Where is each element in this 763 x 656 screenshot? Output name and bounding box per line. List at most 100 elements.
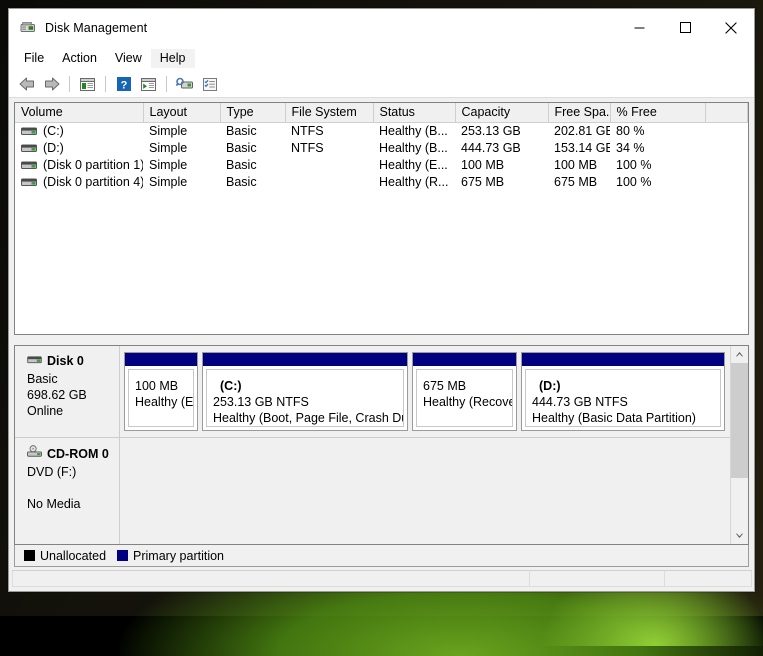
legend-item-primary-partition: Primary partition: [117, 549, 224, 563]
disk-type: Basic: [27, 371, 119, 387]
column-header-free-space[interactable]: Free Spa...: [548, 103, 610, 123]
show-hide-action-pane-button[interactable]: [137, 73, 160, 95]
cell-type: Basic: [220, 123, 285, 141]
disk-title: Disk 0: [27, 353, 119, 369]
partition-c[interactable]: (C:) 253.13 GB NTFS Healthy (Boot, Page …: [202, 352, 408, 431]
column-header-status[interactable]: Status: [373, 103, 455, 123]
table-row[interactable]: (D:) Simple Basic NTFS Healthy (B... 444…: [15, 140, 748, 157]
disk-name: CD-ROM 0: [47, 446, 109, 462]
scroll-up-icon[interactable]: [731, 346, 748, 363]
close-button[interactable]: [708, 9, 754, 46]
volume-name: (Disk 0 partition 4): [43, 175, 143, 189]
cell-file-system: [285, 174, 373, 191]
disk-row-disk0[interactable]: Disk 0 Basic 698.62 GB Online 100 MB: [15, 346, 730, 438]
legend-bar: Unallocated Primary partition: [14, 545, 749, 567]
partition-d[interactable]: (D:) 444.73 GB NTFS Healthy (Basic Data …: [521, 352, 725, 431]
disk-status: No Media: [27, 496, 119, 512]
cell-percent-free: 100 %: [610, 157, 705, 174]
toolbar-separator: [69, 76, 70, 92]
partition-efi[interactable]: 100 MB Healthy (EF: [124, 352, 198, 431]
column-header-type[interactable]: Type: [220, 103, 285, 123]
menu-bar: File Action View Help: [9, 46, 754, 71]
cell-empty: [705, 123, 748, 141]
disk-info-disk0[interactable]: Disk 0 Basic 698.62 GB Online: [15, 346, 120, 437]
cell-layout: Simple: [143, 157, 220, 174]
column-header-volume[interactable]: Volume: [15, 103, 143, 123]
cell-capacity: 444.73 GB: [455, 140, 548, 157]
cell-percent-free: 80 %: [610, 123, 705, 141]
cell-empty: [705, 157, 748, 174]
back-button[interactable]: [15, 73, 38, 95]
partition-color-bar: [125, 353, 197, 366]
volume-list-header-row: Volume Layout Type File System Status Ca…: [15, 103, 748, 123]
cell-volume: (D:): [15, 140, 143, 157]
status-bar: [9, 567, 754, 591]
table-row[interactable]: (Disk 0 partition 4) Simple Basic Health…: [15, 174, 748, 191]
cell-volume: (Disk 0 partition 1): [15, 157, 143, 174]
disk-row-cdrom0[interactable]: CD-ROM 0 DVD (F:) No Media: [15, 438, 730, 544]
menu-file[interactable]: File: [15, 49, 53, 69]
content-area: Volume Layout Type File System Status Ca…: [9, 98, 754, 567]
forward-button[interactable]: [40, 73, 63, 95]
scrollbar-thumb[interactable]: [731, 363, 748, 478]
cell-type: Basic: [220, 140, 285, 157]
scrollbar-track[interactable]: [731, 363, 748, 527]
graphical-view-scrollbar[interactable]: [730, 346, 748, 544]
menu-help[interactable]: Help: [151, 49, 195, 69]
partition-color-bar: [522, 353, 724, 366]
cell-status: Healthy (B...: [373, 123, 455, 141]
status-segment-tertiary: [664, 570, 752, 587]
partition-size: 675 MB: [423, 378, 512, 394]
disk-name: Disk 0: [47, 353, 84, 369]
table-row[interactable]: (C:) Simple Basic NTFS Healthy (B... 253…: [15, 123, 748, 141]
show-hide-console-tree-button[interactable]: [76, 73, 99, 95]
partition-status: Healthy (Basic Data Partition): [532, 410, 720, 426]
column-header-percent-free[interactable]: % Free: [610, 103, 705, 123]
disk-status: Online: [27, 403, 119, 419]
rescan-disks-button[interactable]: [173, 73, 196, 95]
cell-empty: [705, 174, 748, 191]
disk-info-cdrom0[interactable]: CD-ROM 0 DVD (F:) No Media: [15, 438, 120, 544]
volume-list-pane[interactable]: Volume Layout Type File System Status Ca…: [14, 102, 749, 335]
cell-file-system: NTFS: [285, 140, 373, 157]
partition-details: 100 MB Healthy (EF: [128, 369, 194, 427]
column-header-empty[interactable]: [705, 103, 748, 123]
table-row[interactable]: (Disk 0 partition 1) Simple Basic Health…: [15, 157, 748, 174]
column-header-file-system[interactable]: File System: [285, 103, 373, 123]
drive-icon: [21, 160, 37, 171]
cell-empty: [705, 140, 748, 157]
partition-color-bar: [203, 353, 407, 366]
cell-type: Basic: [220, 157, 285, 174]
column-header-capacity[interactable]: Capacity: [455, 103, 548, 123]
drive-icon: [21, 177, 37, 188]
partition-status: Healthy (EF: [135, 394, 193, 410]
drive-icon: [21, 126, 37, 137]
cell-status: Healthy (E...: [373, 157, 455, 174]
cell-free-space: 153.14 GB: [548, 140, 610, 157]
help-button[interactable]: ?: [112, 73, 135, 95]
pane-splitter[interactable]: [14, 335, 749, 345]
cell-type: Basic: [220, 174, 285, 191]
partition-recovery[interactable]: 675 MB Healthy (Recovery: [412, 352, 517, 431]
scroll-down-icon[interactable]: [731, 527, 748, 544]
drive-icon: [21, 143, 37, 154]
cell-percent-free: 34 %: [610, 140, 705, 157]
partition-size: 444.73 GB NTFS: [532, 394, 720, 410]
cell-volume: (C:): [15, 123, 143, 141]
cell-status: Healthy (B...: [373, 140, 455, 157]
column-header-layout[interactable]: Layout: [143, 103, 220, 123]
properties-button[interactable]: [198, 73, 221, 95]
graphical-view-content: Disk 0 Basic 698.62 GB Online 100 MB: [15, 346, 730, 544]
legend-label-primary-partition: Primary partition: [133, 549, 224, 563]
menu-view[interactable]: View: [106, 49, 151, 69]
maximize-button[interactable]: [662, 9, 708, 46]
menu-action[interactable]: Action: [53, 49, 106, 69]
unallocated-swatch: [24, 550, 35, 561]
volume-name: (D:): [43, 141, 64, 155]
toolbar-separator: [166, 76, 167, 92]
svg-text:?: ?: [120, 79, 127, 91]
disk-icon: [27, 353, 42, 369]
volume-list-table: Volume Layout Type File System Status Ca…: [15, 103, 748, 191]
minimize-button[interactable]: [616, 9, 662, 46]
cell-volume: (Disk 0 partition 4): [15, 174, 143, 191]
